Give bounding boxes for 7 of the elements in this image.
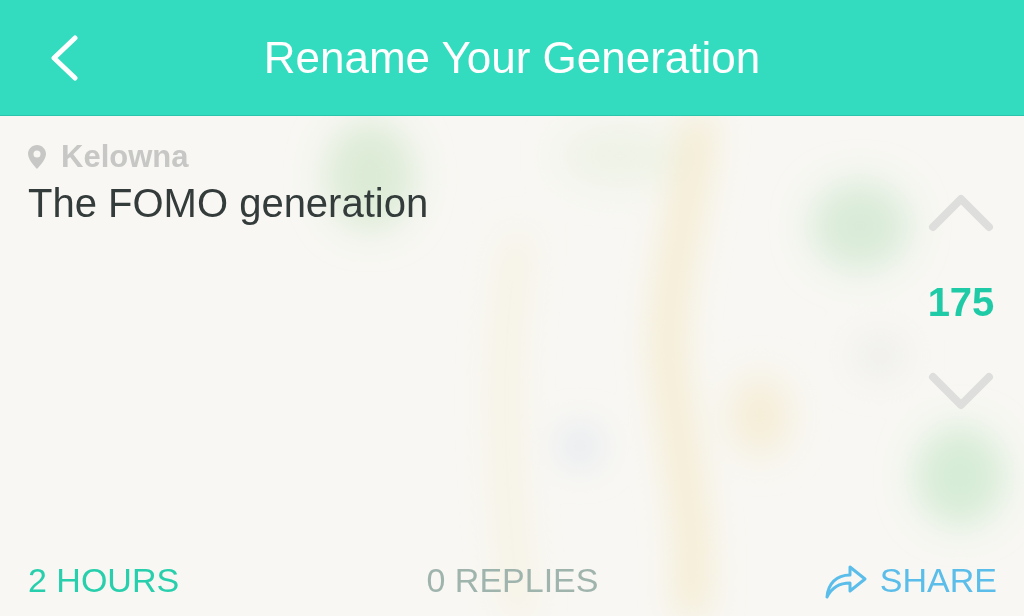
screen-title: Rename Your Generation (263, 31, 761, 84)
back-chevron-icon (49, 34, 79, 81)
reply-count: 0 REPLIES (426, 560, 599, 600)
share-button[interactable]: SHARE (823, 560, 997, 600)
post-text: The FOMO generation (28, 180, 429, 227)
location-pin-icon (28, 145, 46, 169)
post-age: 2 HOURS (28, 560, 180, 600)
